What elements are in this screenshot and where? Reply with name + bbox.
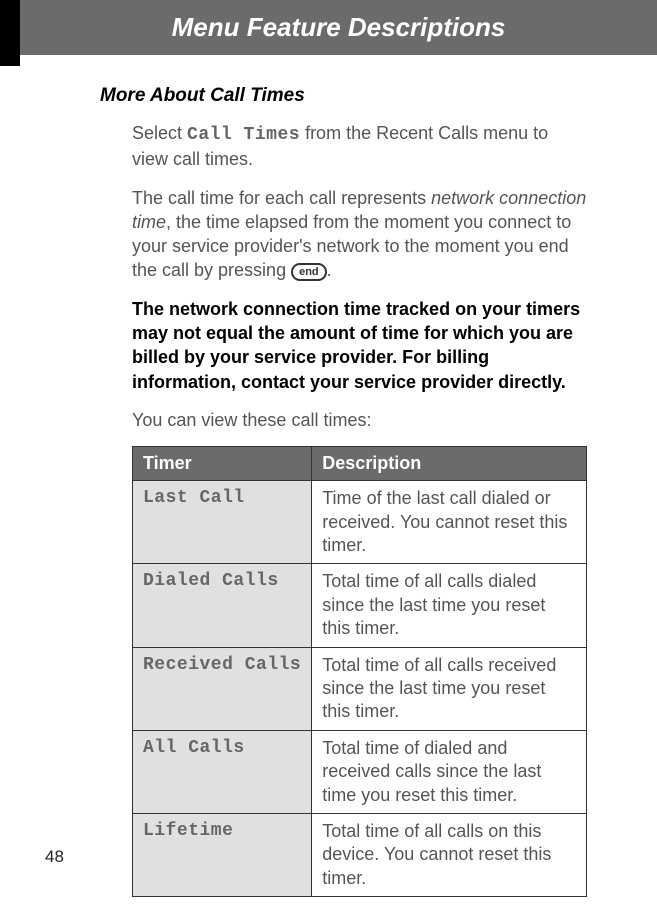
p2-c: . [327, 260, 332, 280]
view-times-paragraph: You can view these call times: [132, 408, 587, 432]
intro-mono: Call Times [187, 125, 300, 145]
description-cell: Total time of dialed and received calls … [312, 730, 587, 813]
table-row: Dialed Calls Total time of all calls dia… [133, 564, 587, 647]
header-accent-bar [0, 0, 20, 66]
end-key-icon: end [291, 263, 327, 281]
description-cell: Total time of all calls received since t… [312, 647, 587, 730]
intro-prefix: Select [132, 123, 187, 143]
page-header: Menu Feature Descriptions [20, 0, 657, 55]
timer-cell: Dialed Calls [133, 564, 312, 647]
description-cell: Time of the last call dialed or received… [312, 481, 587, 564]
page-content: More About Call Times Select Call Times … [0, 55, 657, 917]
page-title: Menu Feature Descriptions [172, 12, 506, 42]
timer-cell: All Calls [133, 730, 312, 813]
intro-paragraph: Select Call Times from the Recent Calls … [132, 121, 587, 172]
p2-a: The call time for each call represents [132, 188, 431, 208]
section-body: Select Call Times from the Recent Calls … [100, 121, 587, 897]
table-row: Last Call Time of the last call dialed o… [133, 481, 587, 564]
table-row: All Calls Total time of dialed and recei… [133, 730, 587, 813]
header-description: Description [312, 447, 587, 481]
description-cell: Total time of all calls on this device. … [312, 813, 587, 896]
p2-b: , the time elapsed from the moment you c… [132, 212, 571, 281]
table-row: Lifetime Total time of all calls on this… [133, 813, 587, 896]
timer-cell: Last Call [133, 481, 312, 564]
header-timer: Timer [133, 447, 312, 481]
section-title: More About Call Times [100, 85, 587, 107]
table-row: Received Calls Total time of all calls r… [133, 647, 587, 730]
table-header-row: Timer Description [133, 447, 587, 481]
network-time-paragraph: The call time for each call represents n… [132, 186, 587, 283]
page-number: 48 [45, 847, 64, 867]
timer-cell: Received Calls [133, 647, 312, 730]
timer-cell: Lifetime [133, 813, 312, 896]
description-cell: Total time of all calls dialed since the… [312, 564, 587, 647]
call-times-table: Timer Description Last Call Time of the … [132, 446, 587, 897]
billing-note: The network connection time tracked on y… [132, 297, 587, 394]
